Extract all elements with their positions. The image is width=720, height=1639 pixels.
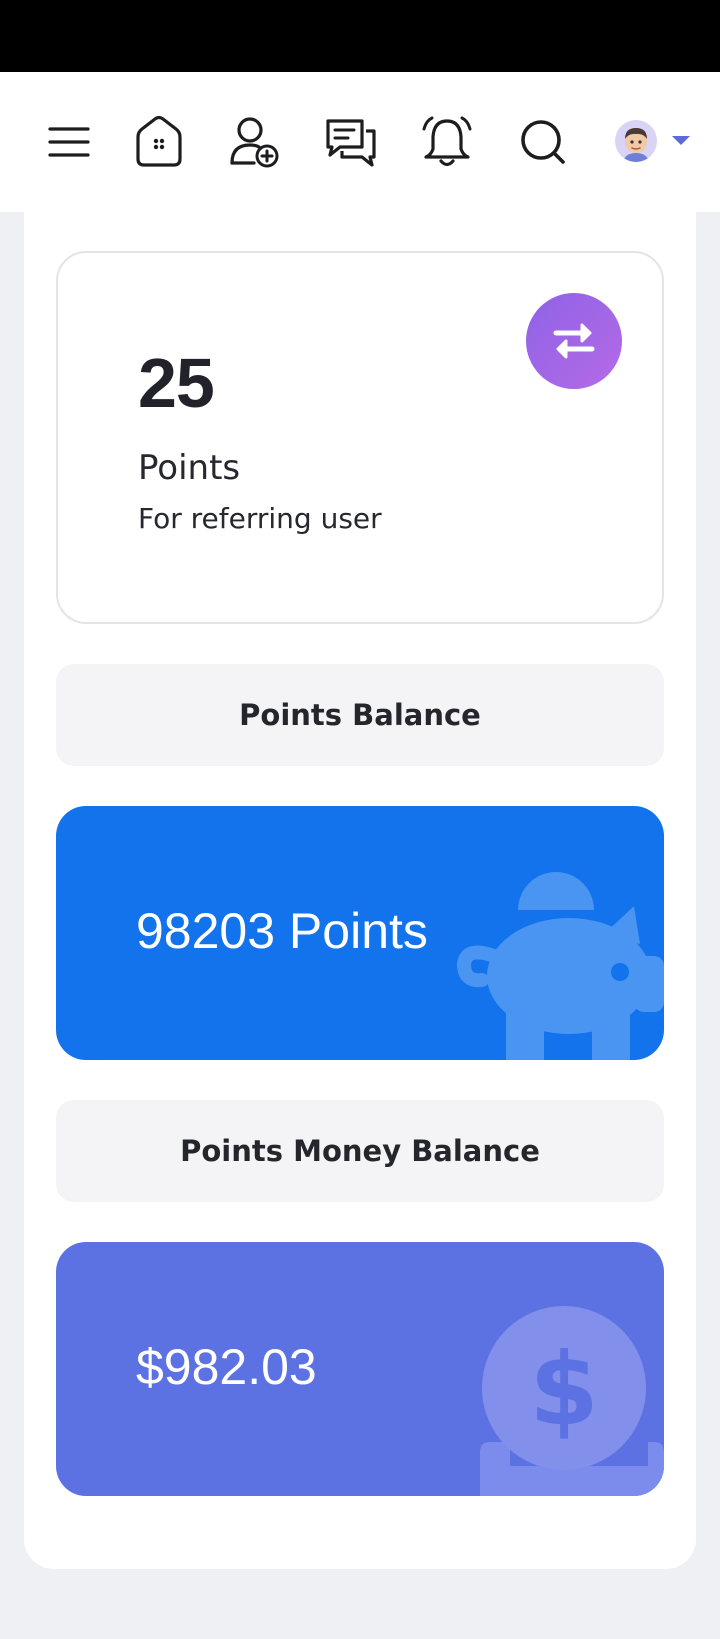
search-icon[interactable] xyxy=(516,112,570,172)
chevron-down-icon[interactable] xyxy=(672,136,690,145)
bell-icon[interactable] xyxy=(420,112,474,172)
money-balance-value: $982.03 xyxy=(136,1339,317,1395)
money-balance-card: $982.03 $ xyxy=(56,1242,664,1496)
referral-points-value: 25 xyxy=(138,344,215,422)
referral-points-label: Points xyxy=(138,448,241,488)
transfer-button[interactable] xyxy=(526,293,622,389)
dollar-coin-icon: $ xyxy=(480,1306,664,1496)
menu-icon[interactable] xyxy=(42,112,96,172)
top-navigation xyxy=(0,72,720,212)
transfer-icon xyxy=(553,323,595,359)
home-icon[interactable] xyxy=(132,112,186,172)
points-balance-header: Points Balance xyxy=(56,664,664,766)
referral-points-card: 25 Points For referring user xyxy=(56,251,664,624)
piggy-bank-icon xyxy=(456,872,664,1060)
status-bar xyxy=(0,0,720,72)
points-money-balance-header: Points Money Balance xyxy=(56,1100,664,1202)
points-balance-card: 98203 Points xyxy=(56,806,664,1060)
add-user-icon[interactable] xyxy=(228,112,282,172)
user-menu[interactable] xyxy=(612,114,696,170)
referral-points-description: For referring user xyxy=(138,502,382,535)
svg-text:$: $ xyxy=(529,1331,599,1448)
points-balance-value: 98203 Points xyxy=(136,903,428,959)
user-avatar[interactable] xyxy=(615,120,657,162)
messages-icon[interactable] xyxy=(324,112,378,172)
